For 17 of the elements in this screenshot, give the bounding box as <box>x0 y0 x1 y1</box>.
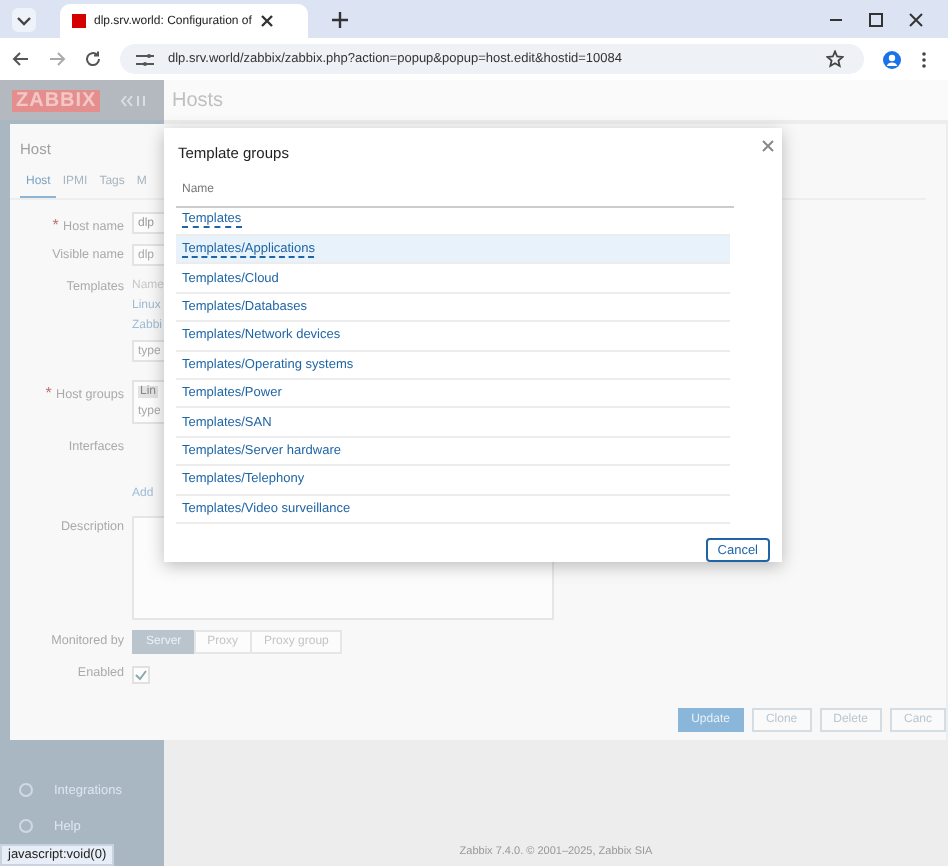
back-icon[interactable] <box>12 50 30 68</box>
tab-list-icon[interactable] <box>12 7 36 31</box>
close-icon[interactable] <box>259 14 274 28</box>
reload-icon[interactable] <box>84 50 102 68</box>
maximize-icon[interactable] <box>868 11 884 27</box>
zabbix-logo: ZABBIX <box>12 89 101 111</box>
menu-icon[interactable] <box>920 49 928 69</box>
circle-icon <box>18 818 34 834</box>
new-tab-icon[interactable] <box>332 11 348 27</box>
site-settings-icon[interactable] <box>136 51 154 67</box>
zabbix-favicon-icon <box>72 14 86 28</box>
enabled-checkbox[interactable] <box>132 666 150 684</box>
close-icon[interactable] <box>908 11 924 27</box>
page-title: Hosts <box>172 89 224 111</box>
profile-icon[interactable] <box>882 49 902 69</box>
bookmark-star-icon[interactable] <box>826 50 844 68</box>
circle-icon <box>18 782 34 798</box>
